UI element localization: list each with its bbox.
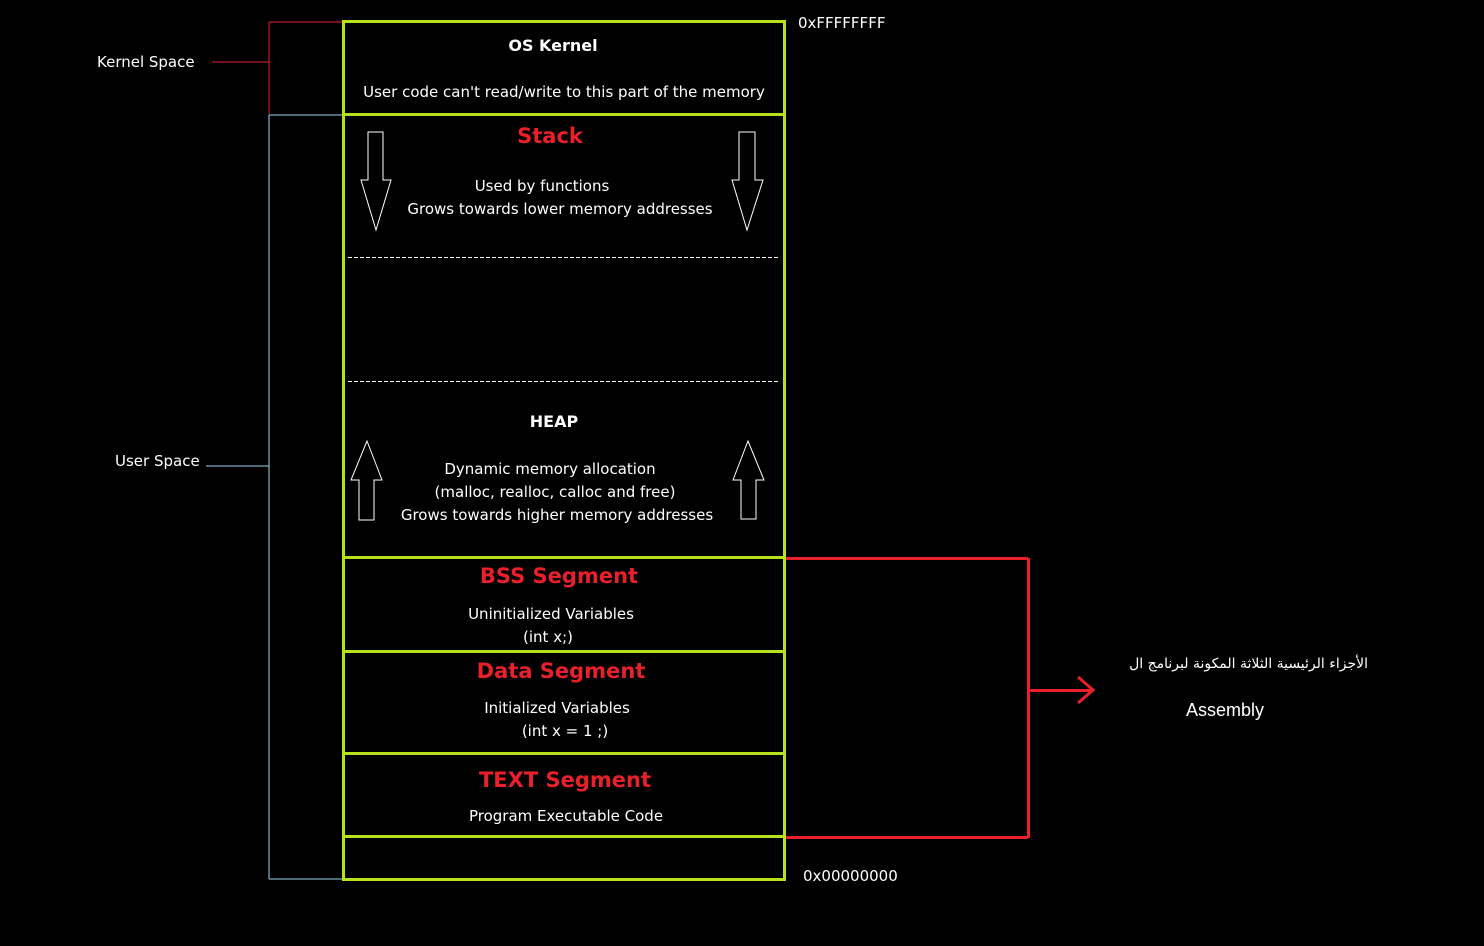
- text-segment-line-1: Program Executable Code: [468, 807, 664, 825]
- bottom-address-label: 0x00000000: [803, 867, 898, 885]
- data-line-1: Initialized Variables: [484, 699, 630, 717]
- segment-heap: HEAP Dynamic memory allocation (malloc, …: [343, 382, 785, 557]
- segment-bss: BSS Segment Uninitialized Variables (int…: [343, 559, 785, 651]
- bss-line-2: (int x;): [523, 628, 573, 646]
- user-space-label: User Space: [115, 452, 200, 470]
- top-address-label: 0xFFFFFFFF: [798, 14, 886, 32]
- user-space-bracket: [206, 114, 343, 880]
- data-line-2: (int x = 1 ;): [521, 722, 609, 740]
- stack-title: Stack: [517, 124, 583, 148]
- text-segment-title: TEXT Segment: [478, 768, 651, 792]
- segment-data: Data Segment Initialized Variables (int …: [343, 653, 785, 753]
- stack-line-1: Used by functions: [474, 177, 610, 195]
- segment-reserved-bottom: [343, 838, 785, 879]
- stack-line-2: Grows towards lower memory addresses: [407, 200, 713, 218]
- annotation-arabic: الأجزاء الرئيسية الثلاثة المكونة لبرنامج…: [1129, 656, 1368, 672]
- annotation-assembly: Assembly: [1185, 700, 1265, 720]
- segment-text: TEXT Segment Program Executable Code: [343, 755, 785, 836]
- heap-title: HEAP: [529, 412, 579, 431]
- segment-free-space: [343, 258, 785, 381]
- program-segments-bracket: [786, 557, 1092, 839]
- segment-stack: Stack Used by functions Grows towards lo…: [343, 115, 785, 257]
- heap-line-2: (malloc, realloc, calloc and free): [434, 483, 676, 501]
- os-kernel-description: User code can't read/write to this part …: [363, 83, 765, 101]
- segment-os-kernel: OS Kernel User code can't read/write to …: [343, 22, 785, 114]
- kernel-space-bracket: [212, 21, 343, 114]
- os-kernel-title: OS Kernel: [508, 36, 598, 55]
- bss-title: BSS Segment: [479, 564, 639, 588]
- data-title: Data Segment: [476, 659, 646, 683]
- heap-line-1: Dynamic memory allocation: [444, 460, 656, 478]
- bss-line-1: Uninitialized Variables: [468, 605, 634, 623]
- kernel-space-label: Kernel Space: [97, 53, 195, 71]
- heap-line-3: Grows towards higher memory addresses: [400, 506, 714, 524]
